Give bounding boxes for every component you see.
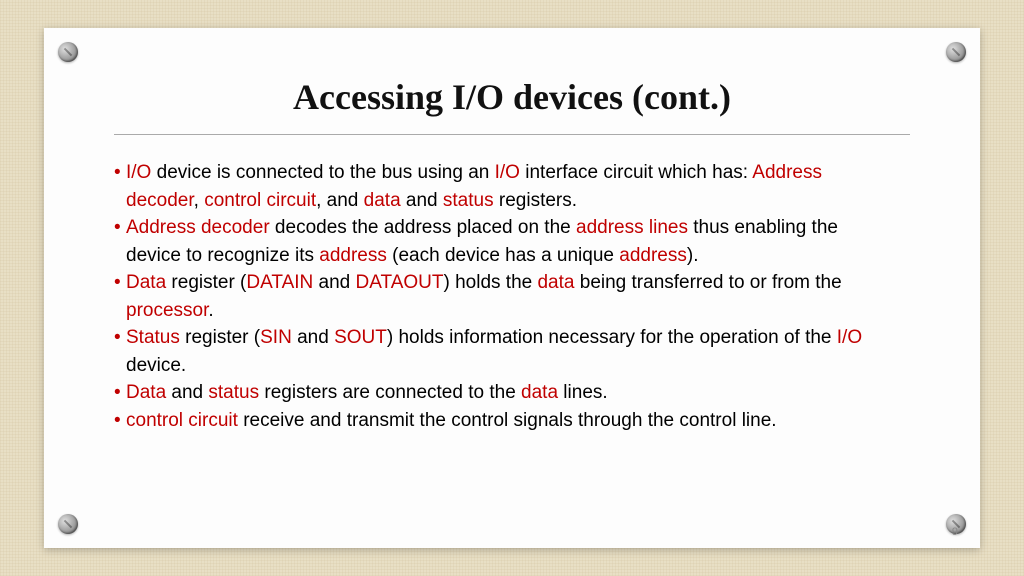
- page-number: 9: [952, 526, 958, 538]
- body-text: ) holds the: [443, 272, 537, 293]
- highlight-text: address: [619, 245, 687, 266]
- body-text: register (: [180, 327, 260, 348]
- body-text: ) holds information necessary for the op…: [387, 327, 837, 348]
- screw-icon: [946, 42, 966, 62]
- body-text: and: [401, 190, 443, 211]
- highlight-text: control circuit: [204, 190, 316, 211]
- highlight-text: data: [521, 382, 558, 403]
- highlight-text: status: [443, 190, 494, 211]
- body-text: register (: [166, 272, 246, 293]
- body-text: device.: [126, 355, 186, 376]
- bullet-item: I/O device is connected to the bus using…: [126, 159, 898, 214]
- bullet-item: Status register (SIN and SOUT) holds inf…: [126, 324, 898, 379]
- highlight-text: control circuit: [126, 410, 238, 431]
- body-text: , and: [316, 190, 364, 211]
- highlight-text: DATAOUT: [356, 272, 444, 293]
- screw-icon: [58, 42, 78, 62]
- slide-body: I/O device is connected to the bus using…: [126, 159, 898, 434]
- highlight-text: Status: [126, 327, 180, 348]
- highlight-text: Address decoder: [126, 217, 270, 238]
- body-text: device is connected to the bus using an: [151, 162, 494, 183]
- bullet-item: Data and status registers are connected …: [126, 379, 898, 407]
- bullet-item: Data register (DATAIN and DATAOUT) holds…: [126, 269, 898, 324]
- body-text: ).: [687, 245, 699, 266]
- body-text: and: [292, 327, 334, 348]
- highlight-text: I/O: [495, 162, 520, 183]
- highlight-text: SIN: [260, 327, 292, 348]
- title-divider: [114, 134, 910, 135]
- highlight-text: address: [319, 245, 387, 266]
- body-text: ,: [194, 190, 205, 211]
- highlight-text: DATAIN: [246, 272, 313, 293]
- highlight-text: processor: [126, 300, 208, 321]
- body-text: interface circuit which has:: [520, 162, 752, 183]
- highlight-text: I/O: [126, 162, 151, 183]
- body-text: (each device has a unique: [387, 245, 619, 266]
- highlight-text: Data: [126, 382, 166, 403]
- body-text: lines.: [558, 382, 608, 403]
- slide-title: Accessing I/O devices (cont.): [104, 76, 920, 118]
- body-text: and: [313, 272, 355, 293]
- body-text: registers.: [494, 190, 577, 211]
- body-text: registers are connected to the: [259, 382, 521, 403]
- bullet-item: control circuit receive and transmit the…: [126, 407, 898, 435]
- body-text: decodes the address placed on the: [270, 217, 576, 238]
- highlight-text: I/O: [837, 327, 862, 348]
- slide-card: Accessing I/O devices (cont.) I/O device…: [44, 28, 980, 548]
- screw-icon: [58, 514, 78, 534]
- body-text: .: [208, 300, 213, 321]
- highlight-text: data: [537, 272, 574, 293]
- body-text: and: [166, 382, 208, 403]
- highlight-text: SOUT: [334, 327, 387, 348]
- highlight-text: Data: [126, 272, 166, 293]
- highlight-text: status: [208, 382, 259, 403]
- highlight-text: address lines: [576, 217, 688, 238]
- bullet-item: Address decoder decodes the address plac…: [126, 214, 898, 269]
- body-text: receive and transmit the control signals…: [238, 410, 777, 431]
- highlight-text: data: [364, 190, 401, 211]
- body-text: being transferred to or from the: [574, 272, 841, 293]
